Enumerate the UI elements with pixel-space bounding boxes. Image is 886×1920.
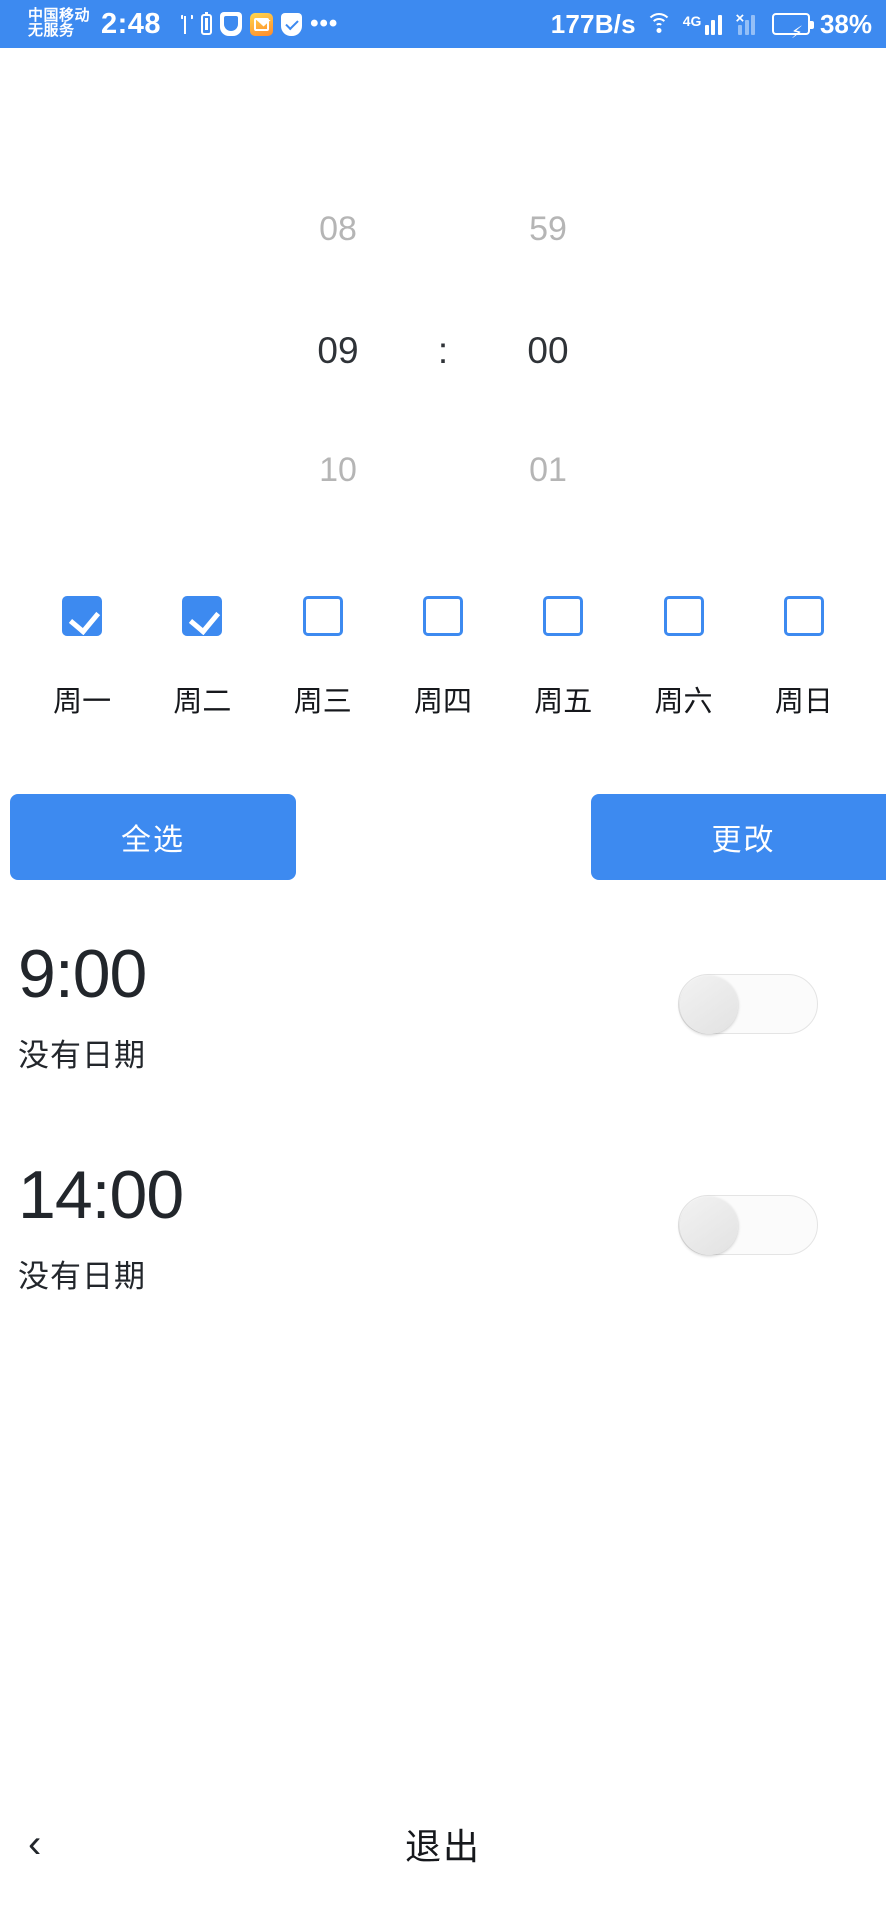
alarm-toggle-knob-1 xyxy=(680,1197,738,1255)
weekday-checkbox-4[interactable] xyxy=(543,596,583,636)
battery-percent-label: 38% xyxy=(820,9,872,40)
shield-icon xyxy=(220,12,242,36)
battery-small-icon xyxy=(201,14,212,35)
alarm-item-1[interactable]: 14:00 没有日期 xyxy=(0,1161,886,1296)
carrier-name: 中国移动 xyxy=(28,8,90,23)
weekday-label-row: 周一 周二 周三 周四 周五 周六 周日 xyxy=(0,678,886,720)
time-picker-previous-row[interactable]: 08 59 xyxy=(0,210,886,249)
weekday-cell-0 xyxy=(22,596,142,636)
weekday-checkbox-1[interactable] xyxy=(182,596,222,636)
weekday-label-3: 周四 xyxy=(383,678,503,720)
weekday-checkbox-0[interactable] xyxy=(62,596,102,636)
weekday-cell-3 xyxy=(383,596,503,636)
carrier-status: 无服务 xyxy=(28,23,90,38)
status-bar-right: 177B/s 4G × ⚡ 38% xyxy=(551,9,872,40)
minute-next[interactable]: 01 xyxy=(473,451,623,490)
status-bar-clock: 2:48 xyxy=(101,8,161,41)
weekday-cell-2 xyxy=(263,596,383,636)
weekday-cell-1 xyxy=(142,596,262,636)
more-dots-icon: ••• xyxy=(310,19,338,29)
weekday-label-5: 周六 xyxy=(623,678,743,720)
bottom-bar: ‹ 退出 xyxy=(0,1768,886,1920)
time-picker-selected-row[interactable]: 09 : 00 xyxy=(0,330,886,372)
weekday-cell-4 xyxy=(503,596,623,636)
weekday-label-1: 周二 xyxy=(142,678,262,720)
weekday-cell-5 xyxy=(623,596,743,636)
weekday-checkbox-row xyxy=(0,596,886,636)
no-signal-x-icon: × xyxy=(735,10,744,27)
exit-button[interactable]: 退出 xyxy=(0,1818,886,1870)
weekday-label-0: 周一 xyxy=(22,678,142,720)
alarm-item-0[interactable]: 9:00 没有日期 xyxy=(0,940,886,1075)
minute-previous[interactable]: 59 xyxy=(473,210,623,249)
weekday-label-2: 周三 xyxy=(263,678,383,720)
wifi-icon xyxy=(646,13,673,35)
action-button-row: 全选 更改 xyxy=(0,794,886,924)
weekday-cell-6 xyxy=(744,596,864,636)
alarm-subtitle-0: 没有日期 xyxy=(18,1030,868,1075)
back-chevron-icon[interactable]: ‹ xyxy=(28,1824,41,1864)
weekday-selector: 周一 周二 周三 周四 周五 周六 周日 xyxy=(0,596,886,720)
signal-sim2-icon: × xyxy=(738,13,762,35)
select-all-button[interactable]: 全选 xyxy=(10,794,296,880)
minute-selected[interactable]: 00 xyxy=(473,330,623,372)
time-picker[interactable]: 08 59 09 : 00 10 01 xyxy=(0,48,886,578)
network-type-label: 4G xyxy=(683,13,702,29)
hour-next[interactable]: 10 xyxy=(263,451,413,490)
hour-previous[interactable]: 08 xyxy=(263,210,413,249)
signal-sim1-icon: 4G xyxy=(683,13,729,35)
weekday-checkbox-6[interactable] xyxy=(784,596,824,636)
status-bar-left: 中国移动 无服务 2:48 ••• xyxy=(0,8,338,41)
weekday-label-6: 周日 xyxy=(744,678,864,720)
weekday-checkbox-2[interactable] xyxy=(303,596,343,636)
time-picker-next-row[interactable]: 10 01 xyxy=(0,451,886,490)
alarm-subtitle-1: 没有日期 xyxy=(18,1251,868,1296)
status-bar: 中国移动 无服务 2:48 ••• 177B/s 4G × ⚡ 38% xyxy=(0,0,886,48)
change-button[interactable]: 更改 xyxy=(591,794,886,880)
usb-icon xyxy=(177,13,193,35)
alarm-toggle-knob-0 xyxy=(680,976,738,1034)
status-bar-notification-icons: ••• xyxy=(177,12,338,36)
time-separator: : xyxy=(413,330,473,372)
check-shield-icon xyxy=(281,13,302,36)
alarm-toggle-1[interactable] xyxy=(678,1195,818,1255)
network-speed-label: 177B/s xyxy=(551,9,636,40)
carrier-info: 中国移动 无服务 xyxy=(28,8,90,41)
hour-selected[interactable]: 09 xyxy=(263,330,413,372)
battery-charging-icon: ⚡ xyxy=(772,13,810,35)
weekday-checkbox-5[interactable] xyxy=(664,596,704,636)
alarm-toggle-0[interactable] xyxy=(678,974,818,1034)
weekday-checkbox-3[interactable] xyxy=(423,596,463,636)
weekday-label-4: 周五 xyxy=(503,678,623,720)
mail-icon xyxy=(250,13,273,36)
